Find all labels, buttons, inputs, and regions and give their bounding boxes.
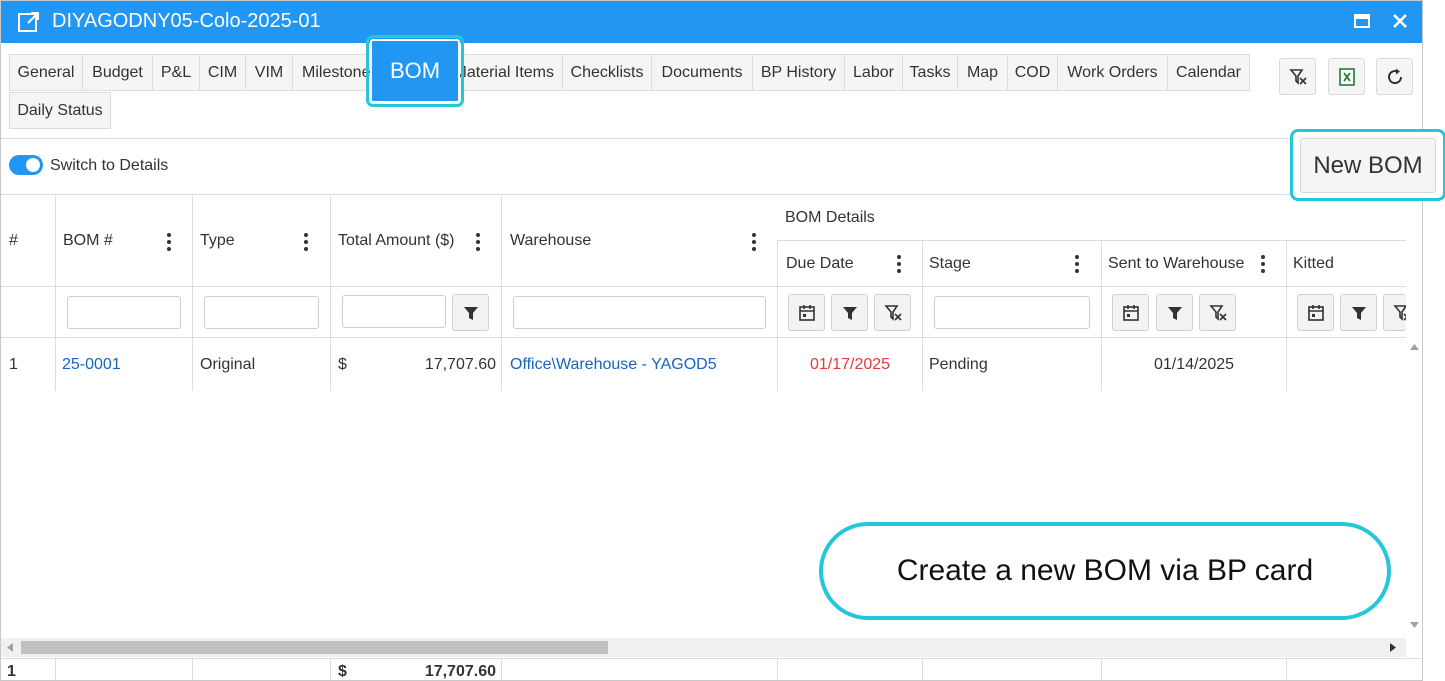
tab-cim[interactable]: CIM xyxy=(199,54,246,91)
tab-cod[interactable]: COD xyxy=(1007,54,1058,91)
tab-tasks[interactable]: Tasks xyxy=(902,54,958,91)
clear-filter-icon xyxy=(1209,305,1227,321)
sent-filter-button[interactable] xyxy=(1156,294,1193,331)
tab-checklists[interactable]: Checklists xyxy=(562,54,652,91)
scroll-right-icon[interactable] xyxy=(1390,643,1396,652)
tab-budget[interactable]: Budget xyxy=(82,54,153,91)
col-header-stage[interactable]: Stage xyxy=(929,255,971,273)
type-filter-input[interactable] xyxy=(204,296,319,329)
sent-clear-filter-button[interactable] xyxy=(1199,294,1236,331)
filter-icon xyxy=(843,307,857,320)
sent-calendar-button[interactable] xyxy=(1112,294,1149,331)
col-header-due-date[interactable]: Due Date xyxy=(786,255,854,273)
column-menu-icon[interactable] xyxy=(304,233,308,251)
clear-filter-icon xyxy=(1393,305,1406,321)
tab-material-items[interactable]: Material Items xyxy=(452,54,563,91)
scroll-up-icon[interactable] xyxy=(1410,344,1419,350)
tab-bp-history[interactable]: BP History xyxy=(752,54,845,91)
new-bom-button[interactable]: New BOM xyxy=(1300,138,1436,193)
new-bom-highlight: New BOM xyxy=(1290,129,1445,201)
filter-icon xyxy=(464,307,478,320)
warehouse-filter-input[interactable] xyxy=(513,296,766,329)
refresh-button[interactable] xyxy=(1376,58,1413,95)
calendar-icon xyxy=(799,305,815,321)
row-number: 1 xyxy=(9,356,18,373)
sent-to-warehouse-date: 01/14/2025 xyxy=(1153,356,1235,373)
bom-number-filter-input[interactable] xyxy=(67,296,181,329)
maximize-icon[interactable] xyxy=(1354,13,1370,29)
clear-filter-icon xyxy=(884,305,902,321)
col-group-bom-details: BOM Details xyxy=(785,209,875,226)
filter-icon xyxy=(1352,307,1366,320)
horizontal-scroll-thumb[interactable] xyxy=(21,641,608,654)
tab-bar: General Budget P&L CIM VIM Milestones Ma… xyxy=(1,35,1422,139)
scroll-left-icon[interactable] xyxy=(7,643,13,652)
scroll-down-icon[interactable] xyxy=(1410,622,1419,628)
tab-pnl[interactable]: P&L xyxy=(152,54,200,91)
bom-number-link[interactable]: 25-0001 xyxy=(62,355,121,375)
column-menu-icon[interactable] xyxy=(167,233,171,251)
column-menu-icon[interactable] xyxy=(476,233,480,251)
stage: Pending xyxy=(929,356,988,373)
calendar-icon xyxy=(1308,305,1324,321)
footer-currency: $ xyxy=(338,663,347,680)
tab-documents[interactable]: Documents xyxy=(651,54,753,91)
tab-calendar[interactable]: Calendar xyxy=(1167,54,1250,91)
col-header-total-amount[interactable]: Total Amount ($) xyxy=(338,232,455,250)
tab-vim[interactable]: VIM xyxy=(245,54,293,91)
bom-type: Original xyxy=(200,356,256,373)
tab-general[interactable]: General xyxy=(9,54,83,91)
due-date-clear-filter-button[interactable] xyxy=(874,294,911,331)
annotation-callout: Create a new BOM via BP card xyxy=(819,522,1391,620)
horizontal-scrollbar[interactable] xyxy=(1,638,1406,657)
column-menu-icon[interactable] xyxy=(1261,255,1265,273)
close-icon[interactable] xyxy=(1391,12,1409,30)
grid-footer: 1 $ 17,707.60 xyxy=(1,658,1422,680)
column-menu-icon[interactable] xyxy=(897,255,901,273)
tab-work-orders[interactable]: Work Orders xyxy=(1057,54,1168,91)
tab-map[interactable]: Map xyxy=(957,54,1008,91)
excel-export-icon xyxy=(1339,68,1355,86)
col-header-warehouse[interactable]: Warehouse xyxy=(510,232,591,250)
column-menu-icon[interactable] xyxy=(752,233,756,251)
window-title: DIYAGODNY05-Colo-2025-01 xyxy=(52,10,321,32)
column-menu-icon[interactable] xyxy=(1075,255,1079,273)
col-header-number: # xyxy=(9,232,18,249)
footer-total: 17,707.60 xyxy=(424,663,496,680)
tab-bom[interactable]: BOM xyxy=(366,35,464,107)
switch-to-details-label: Switch to Details xyxy=(50,157,169,174)
clear-filter-icon xyxy=(1289,69,1307,85)
warehouse-link[interactable]: Office\Warehouse - YAGOD5 xyxy=(510,355,717,375)
tab-daily-status[interactable]: Daily Status xyxy=(9,92,111,129)
switch-to-details-toggle[interactable] xyxy=(9,155,43,175)
col-header-kitted[interactable]: Kitted xyxy=(1293,255,1334,273)
kitted-calendar-button[interactable] xyxy=(1297,294,1334,331)
tab-labor[interactable]: Labor xyxy=(844,54,903,91)
due-date-calendar-button[interactable] xyxy=(788,294,825,331)
due-date-filter-button[interactable] xyxy=(831,294,868,331)
due-date: 01/17/2025 xyxy=(809,356,891,373)
toolbar-row: Switch to Details xyxy=(1,140,1422,195)
stage-filter-input[interactable] xyxy=(934,296,1090,329)
footer-count: 1 xyxy=(7,663,16,680)
kitted-clear-filter-button[interactable] xyxy=(1383,294,1406,331)
currency-symbol: $ xyxy=(338,356,347,373)
vertical-scrollbar[interactable] xyxy=(1406,338,1422,638)
clear-filter-button[interactable] xyxy=(1279,58,1316,95)
title-bar: DIYAGODNY05-Colo-2025-01 xyxy=(1,1,1422,43)
export-excel-button[interactable] xyxy=(1328,58,1365,95)
total-amount: 17,707.60 xyxy=(424,356,496,373)
external-link-icon[interactable] xyxy=(17,10,41,34)
total-amount-filter-input[interactable] xyxy=(342,295,446,328)
kitted-filter-button[interactable] xyxy=(1340,294,1377,331)
filter-icon xyxy=(1168,307,1182,320)
calendar-icon xyxy=(1123,305,1139,321)
refresh-icon xyxy=(1388,68,1403,85)
col-header-type[interactable]: Type xyxy=(200,232,235,250)
tab-milestones[interactable]: Milestones xyxy=(292,54,374,91)
col-header-sent-to-warehouse[interactable]: Sent to Warehouse xyxy=(1108,255,1244,273)
total-amount-filter-button[interactable] xyxy=(452,294,489,331)
col-header-bom-number[interactable]: BOM # xyxy=(63,232,113,250)
